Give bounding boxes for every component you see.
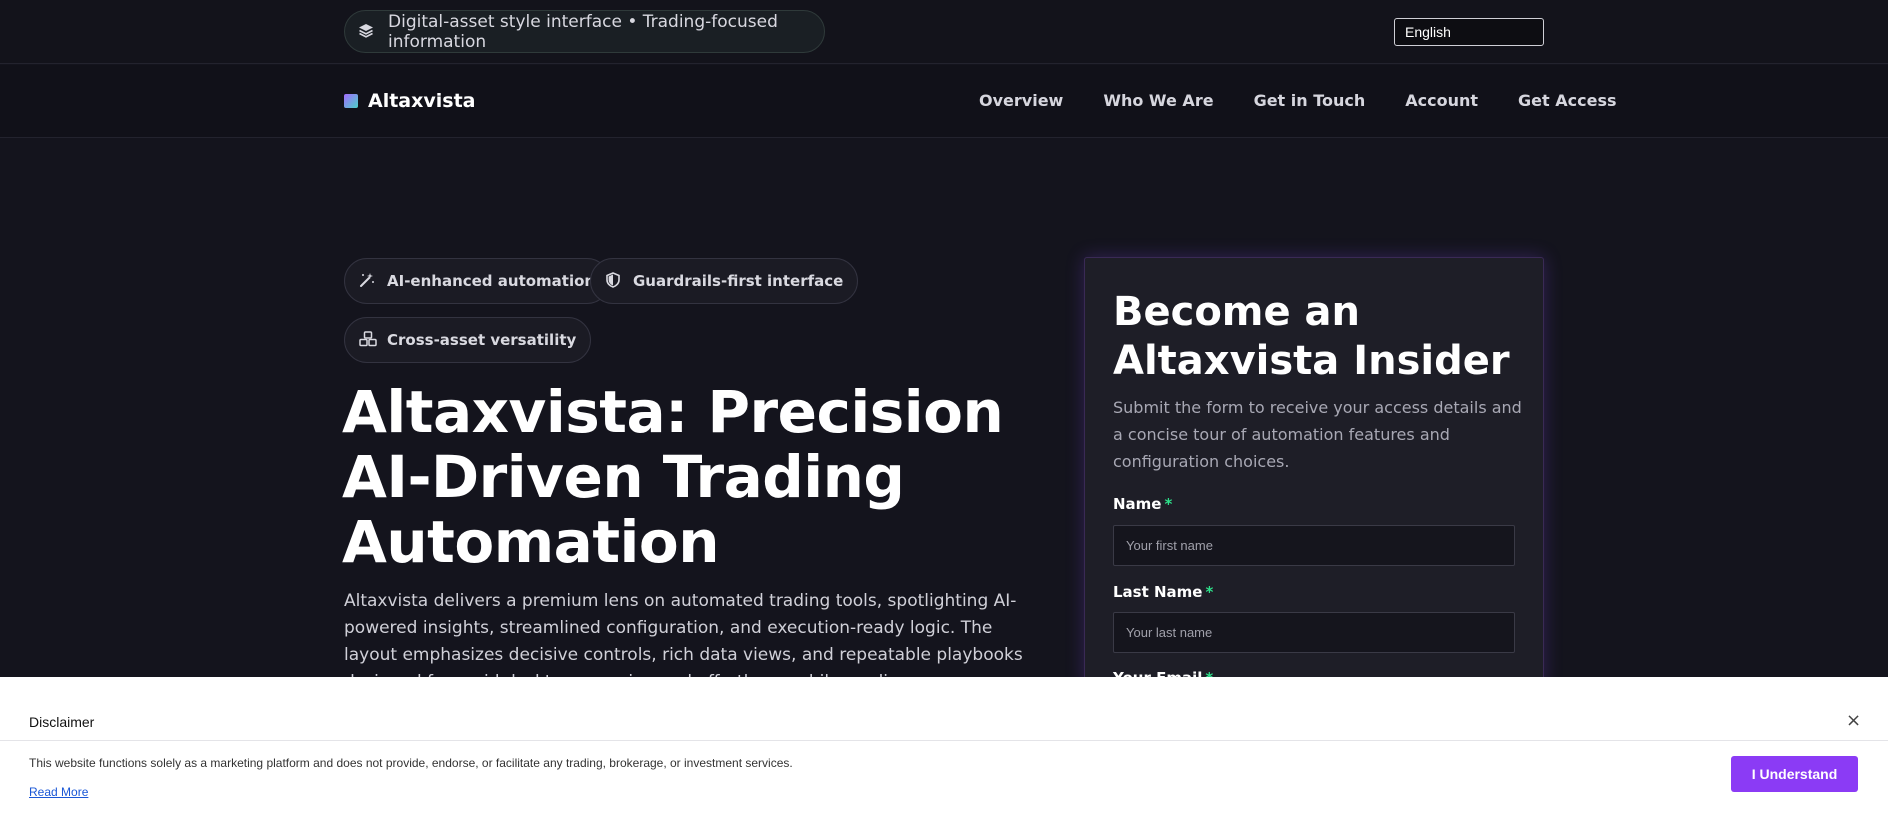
info-pill: Digital-asset style interface • Trading-… — [344, 10, 825, 53]
form-title: Become an Altaxvista Insider — [1113, 289, 1510, 384]
last-name-label: Last Name * — [1113, 583, 1213, 601]
i-understand-button[interactable]: I Understand — [1731, 756, 1858, 792]
cubes-icon — [359, 331, 377, 349]
required-mark: * — [1205, 583, 1214, 601]
required-mark: * — [1164, 495, 1173, 513]
logo-mark-icon — [344, 94, 358, 108]
nav-item-get-in-touch[interactable]: Get in Touch — [1254, 91, 1366, 110]
chip-label: AI-enhanced automation — [387, 272, 596, 290]
main-nav: Altaxvista Overview Who We Are Get in To… — [0, 65, 1888, 138]
read-more-link[interactable]: Read More — [29, 785, 88, 799]
info-pill-text: Digital-asset style interface • Trading-… — [388, 11, 778, 52]
disclaimer-text: This website functions solely as a marke… — [29, 756, 793, 770]
nav-menu: Overview Who We Are Get in Touch Account… — [979, 91, 1617, 110]
last-name-input[interactable] — [1113, 612, 1515, 653]
form-subtitle: Submit the form to receive your access d… — [1113, 398, 1522, 471]
language-select[interactable]: English — [1394, 18, 1544, 46]
signup-form-card: Become an Altaxvista Insider Submit the … — [1084, 257, 1544, 687]
feature-chip-guardrails: Guardrails-first interface — [590, 258, 859, 304]
nav-item-who-we-are[interactable]: Who We Are — [1103, 91, 1213, 110]
feature-chip-cross-asset: Cross-asset versatility — [344, 317, 592, 363]
layers-icon — [357, 22, 375, 42]
disclaimer-banner: Disclaimer × This website functions sole… — [0, 677, 1888, 818]
close-icon[interactable]: × — [1846, 710, 1861, 731]
nav-item-account[interactable]: Account — [1405, 91, 1478, 110]
name-label: Name * — [1113, 495, 1172, 513]
name-label-text: Name — [1113, 495, 1162, 513]
brand-name: Altaxvista — [368, 90, 476, 112]
chip-label: Guardrails-first interface — [633, 272, 844, 290]
nav-item-overview[interactable]: Overview — [979, 91, 1063, 110]
shield-icon — [605, 272, 623, 290]
first-name-input[interactable] — [1113, 525, 1515, 566]
last-name-label-text: Last Name — [1113, 583, 1203, 601]
magic-wand-icon — [359, 272, 377, 290]
top-info-bar: Digital-asset style interface • Trading-… — [0, 0, 1888, 64]
nav-item-get-access[interactable]: Get Access — [1518, 91, 1616, 110]
hero-headline: Altaxvista: Precision AI-Driven Trading … — [342, 378, 1004, 576]
disclaimer-header — [0, 701, 1888, 741]
disclaimer-title: Disclaimer — [29, 714, 95, 730]
brand-logo[interactable]: Altaxvista — [344, 90, 476, 112]
feature-chip-ai: AI-enhanced automation — [344, 258, 611, 304]
chip-label: Cross-asset versatility — [387, 331, 577, 349]
